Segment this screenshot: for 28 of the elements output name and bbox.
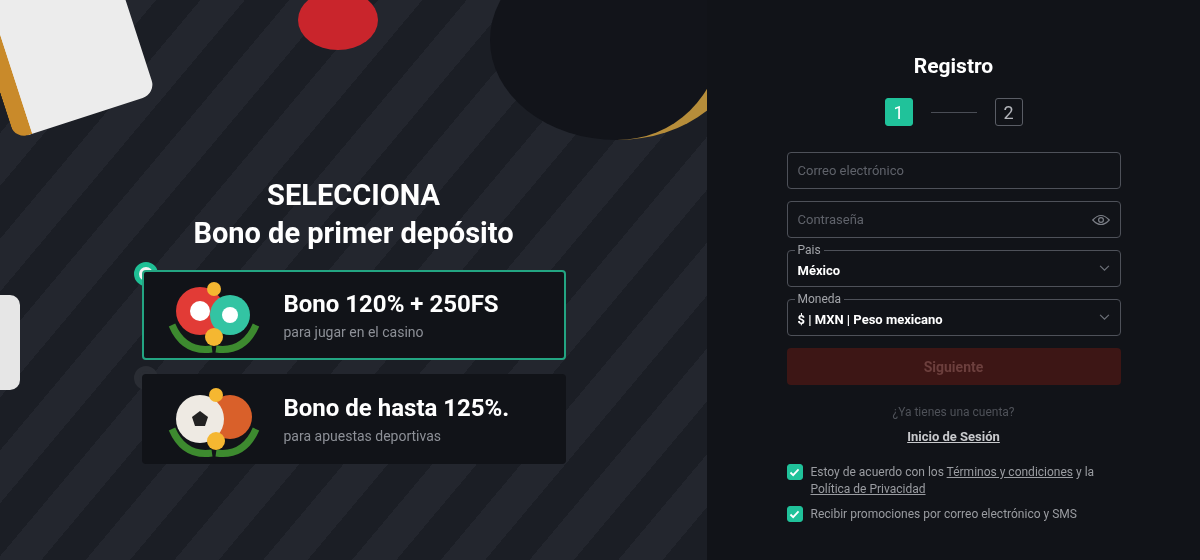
- checkbox[interactable]: [786, 506, 803, 522]
- form-title: Registro: [913, 54, 994, 80]
- login-prompt: ¿Ya tienes una cuenta?: [892, 405, 1015, 419]
- consent-text: Recibir promociones por correo electrónico y SMS: [810, 506, 1077, 523]
- bonus-title: Bono 120% + 250FS: [283, 290, 499, 318]
- bonus-option[interactable]: Bono 120% + 250FS para jugar en el casino: [141, 270, 566, 360]
- step-indicator: 1: [884, 98, 913, 126]
- policy-link[interactable]: Términos y condiciones: [946, 465, 1074, 479]
- login-link[interactable]: Inicio de Sesión: [907, 429, 1000, 444]
- chevron-down-icon: [1098, 314, 1110, 321]
- policy-link[interactable]: Política de Privacidad: [810, 482, 926, 496]
- bonus-title: Bono de hasta 125%.: [283, 394, 510, 422]
- promo-subheading: Bono de primer depósito: [193, 215, 514, 252]
- chevron-down-icon: [1098, 265, 1110, 272]
- field-value: México: [797, 262, 842, 278]
- field-value: $ | MXN | Peso mexicano: [797, 311, 944, 327]
- eye-icon[interactable]: [1091, 214, 1110, 226]
- checkbox[interactable]: [786, 464, 803, 480]
- field-label: Moneda: [794, 292, 845, 306]
- bonus-subtitle: para jugar en el casino: [283, 324, 425, 340]
- password-field[interactable]: Contraseña: [786, 201, 1121, 238]
- promo-heading: SELECCIONA: [267, 177, 440, 214]
- email-field[interactable]: Correo electrónico: [786, 152, 1121, 189]
- field-label: Pais: [794, 243, 824, 257]
- bonus-subtitle: para apuestas deportivas: [283, 428, 443, 444]
- bonus-option[interactable]: Bono de hasta 125%. para apuestas deportivas: [141, 374, 566, 464]
- step-indicator: 2: [994, 98, 1023, 126]
- consent-text: Estoy de acuerdo con los Términos y condiciones y la Política de Privacidad: [810, 464, 1096, 498]
